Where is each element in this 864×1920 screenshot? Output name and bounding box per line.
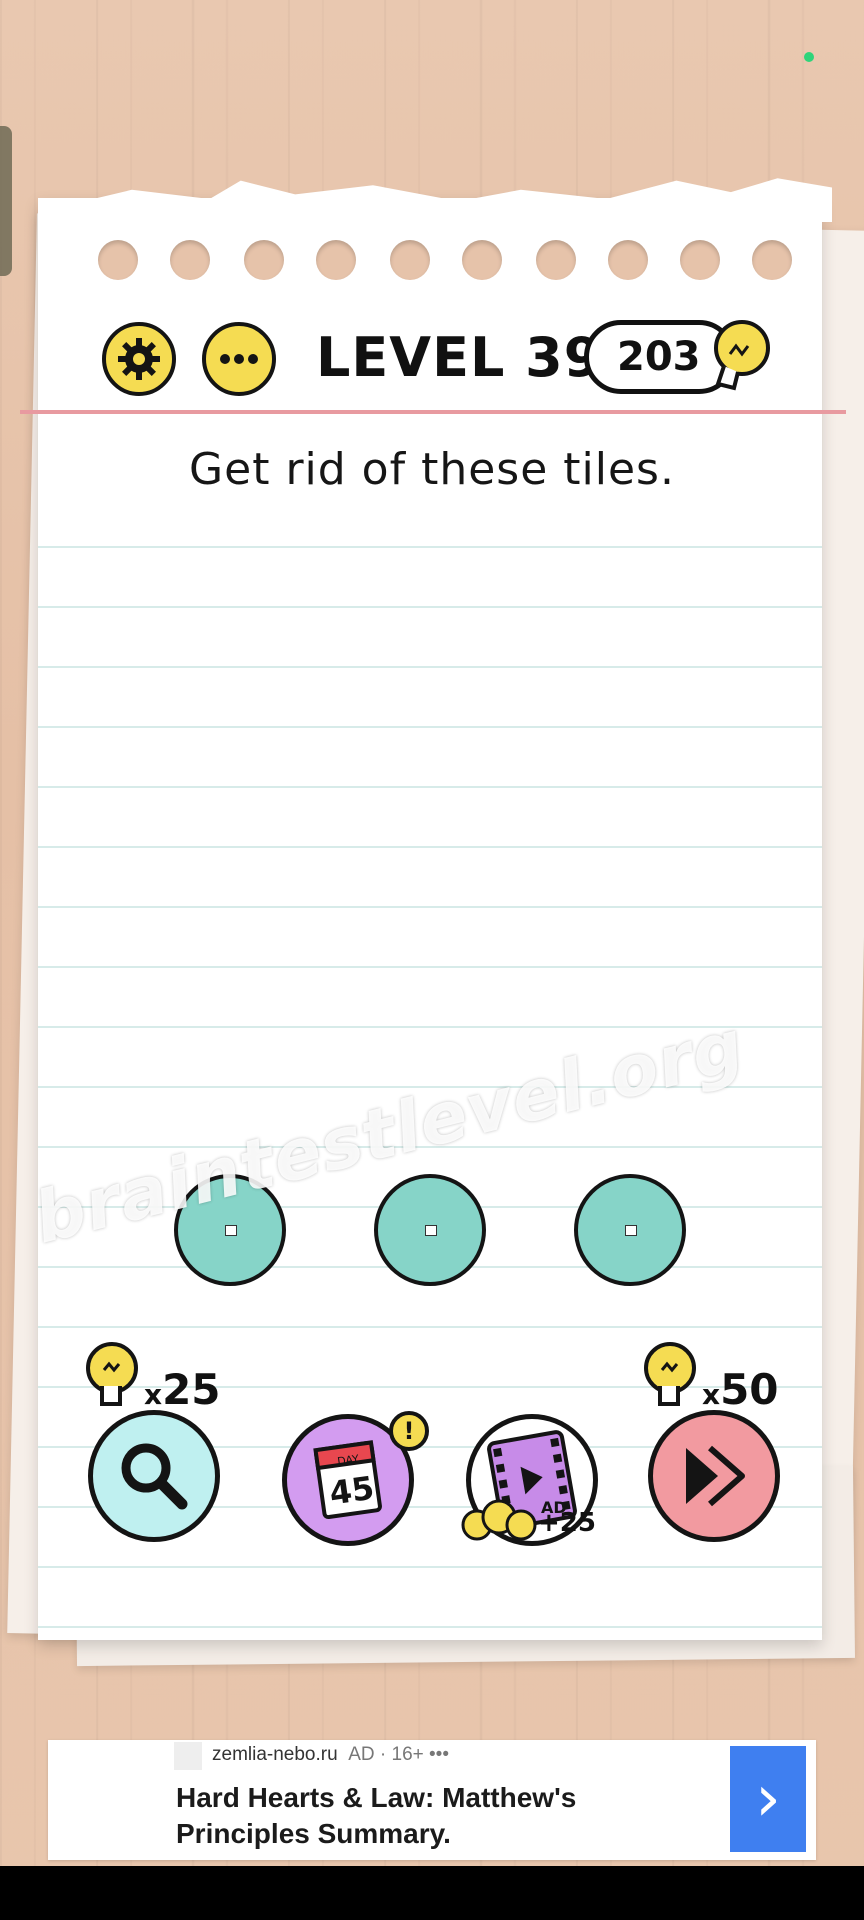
skip-cost: x50 xyxy=(638,1340,779,1414)
puzzle-tile[interactable] xyxy=(374,1174,486,1286)
lightbulb-cluster-icon xyxy=(461,1499,537,1541)
binder-hole xyxy=(316,240,356,280)
fast-forward-icon xyxy=(686,1445,745,1507)
ad-title[interactable]: Hard Hearts & Law: Matthew's Principles … xyxy=(176,1780,626,1852)
binder-hole xyxy=(244,240,284,280)
tile-marker xyxy=(225,1225,237,1236)
status-indicator-dot xyxy=(804,52,814,62)
ad-open-button[interactable]: › xyxy=(730,1746,806,1852)
gear-icon xyxy=(118,338,160,380)
more-dots-icon xyxy=(220,354,258,364)
calendar-icon: DAY 45 xyxy=(313,1440,382,1520)
puzzle-instruction: Get rid of these tiles. xyxy=(189,444,675,495)
system-navigation-bar xyxy=(0,1866,864,1920)
ad-favicon xyxy=(174,1742,202,1770)
ad-meta: zemlia-nebo.ru AD · 16+ ••• xyxy=(212,1744,449,1766)
skip-cost-prefix: x xyxy=(702,1378,721,1411)
binder-hole xyxy=(680,240,720,280)
hint-cost-prefix: x xyxy=(144,1378,163,1411)
daily-alert-badge: ! xyxy=(389,1411,429,1451)
binder-hole xyxy=(608,240,648,280)
ad-tag: AD · 16+ ••• xyxy=(348,1744,449,1765)
ad-domain: zemlia-nebo.ru xyxy=(212,1744,338,1765)
chevron-right-icon: › xyxy=(755,1762,781,1836)
skip-cost-value: 50 xyxy=(720,1365,779,1414)
daily-challenge-button[interactable]: DAY 45 ! xyxy=(282,1411,429,1546)
binder-hole xyxy=(752,240,792,280)
binder-hole xyxy=(536,240,576,280)
magnifier-icon xyxy=(121,1443,188,1510)
daily-alert-text: ! xyxy=(403,1417,415,1445)
binder-hole xyxy=(390,240,430,280)
lightbulb-icon xyxy=(86,1342,138,1406)
tile-marker xyxy=(625,1225,637,1236)
puzzle-tile[interactable] xyxy=(574,1174,686,1286)
calendar-day-number: 45 xyxy=(327,1469,376,1513)
ad-reward-text: +25 xyxy=(538,1508,596,1538)
paper-margin-line xyxy=(20,410,846,414)
binder-hole xyxy=(98,240,138,280)
skip-level-button[interactable] xyxy=(648,1410,780,1542)
lightbulb-icon xyxy=(644,1342,696,1406)
hint-button[interactable] xyxy=(88,1410,220,1542)
hint-cost-value: 25 xyxy=(162,1365,221,1414)
hint-count: 203 xyxy=(617,334,701,380)
lightbulb-icon xyxy=(714,320,770,391)
binder-hole xyxy=(170,240,210,280)
ad-banner[interactable]: zemlia-nebo.ru AD · 16+ ••• Hard Hearts … xyxy=(48,1740,816,1860)
tile-marker xyxy=(425,1225,437,1236)
hint-cost: x25 xyxy=(80,1340,221,1414)
binder-hole xyxy=(462,240,502,280)
settings-button[interactable] xyxy=(102,322,176,396)
menu-button[interactable] xyxy=(202,322,276,396)
paper-torn-edge xyxy=(54,178,832,222)
edge-panel-handle[interactable] xyxy=(0,126,12,276)
